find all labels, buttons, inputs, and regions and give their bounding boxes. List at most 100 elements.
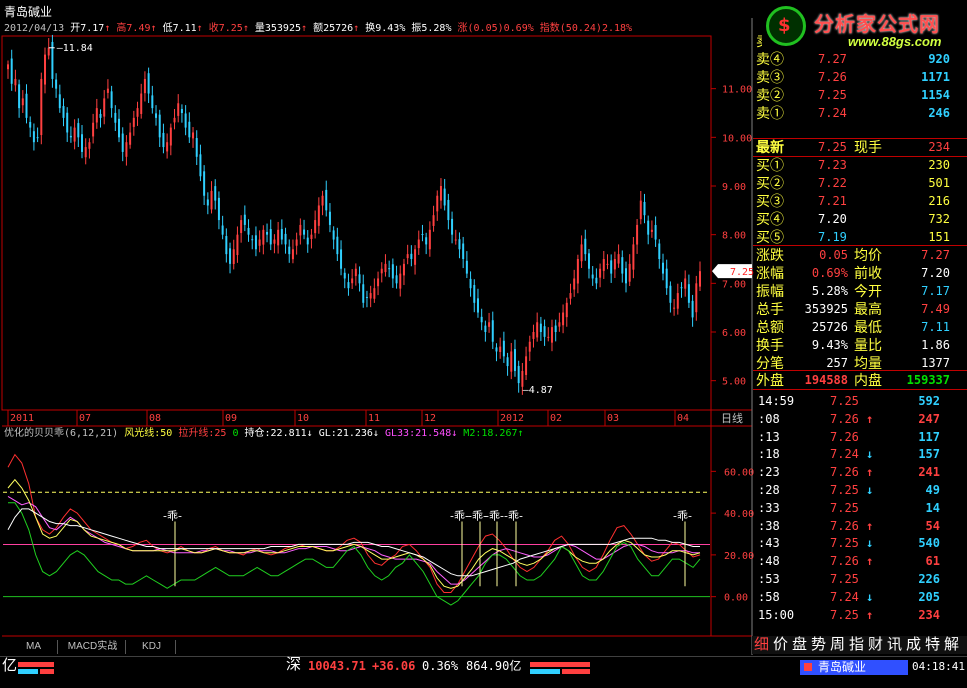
tick-row[interactable]: 15:00 7.25 ↑ 234 xyxy=(754,606,944,624)
candle-body xyxy=(676,293,679,309)
sell-label: 卖② xyxy=(756,87,784,103)
candle-body xyxy=(95,108,98,123)
candle-body xyxy=(221,225,224,235)
tick-arrow-icon: ↑ xyxy=(866,554,874,569)
sell-volume: 1154 xyxy=(921,88,950,102)
tick-price: 7.26 xyxy=(830,465,859,480)
tab-kdj[interactable]: KDJ xyxy=(128,640,176,654)
candle-body xyxy=(351,278,354,284)
tick-volume: 157 xyxy=(918,447,940,462)
candle-body xyxy=(206,199,209,206)
tab-ma[interactable]: MA xyxy=(10,640,58,654)
candle-body xyxy=(439,186,442,201)
candle-body xyxy=(436,195,439,212)
current-hand-value: 234 xyxy=(928,140,950,154)
tick-row[interactable]: :38 7.26 ↑ 54 xyxy=(754,517,944,535)
indicator-legend: 优化的贝贝乖(6,12,21) 风光线:50 拉升线:25 0 持仓:22.81… xyxy=(4,428,524,439)
candle-body xyxy=(314,220,317,234)
signal-label: -乖- xyxy=(504,509,523,522)
tick-volume: 205 xyxy=(918,589,940,604)
signal-label: -乖- xyxy=(673,509,692,522)
tick-row[interactable]: :18 7.24 ↓ 157 xyxy=(754,445,944,463)
candle-body xyxy=(639,200,642,220)
candle-body xyxy=(14,78,17,86)
panel-tab[interactable]: 指 xyxy=(849,636,864,654)
panel-tab[interactable]: 财 xyxy=(868,636,883,654)
candle-body xyxy=(273,239,276,244)
date-tick-label: 09 xyxy=(225,413,237,424)
candle-body xyxy=(129,132,132,145)
panel-tab[interactable]: 成 xyxy=(906,636,921,654)
tab-macd[interactable]: MACD实战 xyxy=(60,640,126,654)
amount-value: 25726 xyxy=(323,23,354,34)
status-stock-box[interactable]: 青岛碱业 xyxy=(800,660,908,675)
tick-volume: 61 xyxy=(925,554,940,569)
tick-row[interactable]: :08 7.26 ↑ 247 xyxy=(754,410,944,428)
tick-row[interactable]: :23 7.26 ↑ 241 xyxy=(754,463,944,481)
candle-body xyxy=(106,88,109,93)
date-tick-label: 12 xyxy=(424,413,436,424)
candle-body xyxy=(410,253,413,259)
panel-tab[interactable]: 势 xyxy=(811,636,826,654)
tick-volume: 49 xyxy=(925,483,940,497)
candle-body xyxy=(658,243,661,259)
candle-body xyxy=(92,122,95,137)
period-label[interactable]: 日线 xyxy=(721,413,743,426)
tick-row[interactable]: :43 7.25 ↓ 540 xyxy=(754,534,944,552)
tick-time: :43 xyxy=(758,536,780,551)
panel-tab[interactable]: 解 xyxy=(944,636,959,654)
panel-tab[interactable]: 价 xyxy=(773,636,788,654)
candle-body xyxy=(547,336,550,338)
buy-price: 7.22 xyxy=(818,176,847,190)
panel-tab[interactable]: 讯 xyxy=(887,636,902,654)
candle-body xyxy=(362,284,365,303)
candle-body xyxy=(303,229,306,235)
candle-body xyxy=(647,220,650,235)
candle-body xyxy=(21,98,24,106)
candle-body xyxy=(406,254,409,259)
panel-tab[interactable]: 细 xyxy=(754,636,769,654)
tick-row[interactable]: :58 7.24 ↓ 205 xyxy=(754,588,944,606)
tick-price: 7.25 xyxy=(830,536,859,551)
panel-tab[interactable]: 盘 xyxy=(792,636,807,654)
stat-label: 涨幅 xyxy=(756,265,784,281)
sell-price: 7.24 xyxy=(818,106,847,120)
candle-body xyxy=(654,225,657,240)
tick-arrow-icon: ↑ xyxy=(866,465,874,480)
indicator-tick-label: 20.00 xyxy=(724,551,754,562)
candle-body xyxy=(584,238,587,255)
tick-row[interactable]: :48 7.26 ↑ 61 xyxy=(754,552,944,570)
tick-row[interactable]: :28 7.25 ↓ 49 xyxy=(754,481,944,499)
chicang-line xyxy=(7,453,701,593)
candle-body xyxy=(136,108,139,117)
candle-body xyxy=(673,307,676,309)
tick-row[interactable]: 14:59 7.25 592 xyxy=(754,392,944,410)
candle-body xyxy=(425,237,428,245)
buy-label: 买⑤ xyxy=(756,229,784,245)
tick-price: 7.25 xyxy=(830,394,859,408)
candle-body xyxy=(591,274,594,279)
date-tick-label: 02 xyxy=(550,413,562,424)
signal-label: -乖- xyxy=(163,509,182,522)
tick-row[interactable]: :33 7.25 14 xyxy=(754,499,944,517)
candle-body xyxy=(236,234,239,256)
status-bar: 亿 深 10043.71 +36.06 0.36% 864.90亿 青岛碱业 0… xyxy=(0,656,967,688)
candle-body xyxy=(32,131,35,143)
min-label: —4.87 xyxy=(523,385,553,396)
tick-row[interactable]: :53 7.25 226 xyxy=(754,570,944,588)
sell-label: 卖③ xyxy=(756,69,784,85)
stat-label: 前收 xyxy=(854,265,882,281)
tick-volume: 241 xyxy=(918,465,940,480)
panel-tab[interactable]: 特 xyxy=(925,636,940,654)
tick-price: 7.25 xyxy=(830,500,859,515)
tick-time: :23 xyxy=(758,465,780,480)
candle-body xyxy=(628,263,631,282)
tick-row[interactable]: :13 7.26 117 xyxy=(754,428,944,446)
sell-volume: 920 xyxy=(928,52,950,66)
panel-tab[interactable]: 周 xyxy=(830,636,845,654)
candle-body xyxy=(247,227,250,235)
candle-body xyxy=(332,230,335,240)
candle-body xyxy=(184,113,187,128)
sell-label: 卖④ xyxy=(756,51,784,67)
candle-body xyxy=(451,218,454,235)
